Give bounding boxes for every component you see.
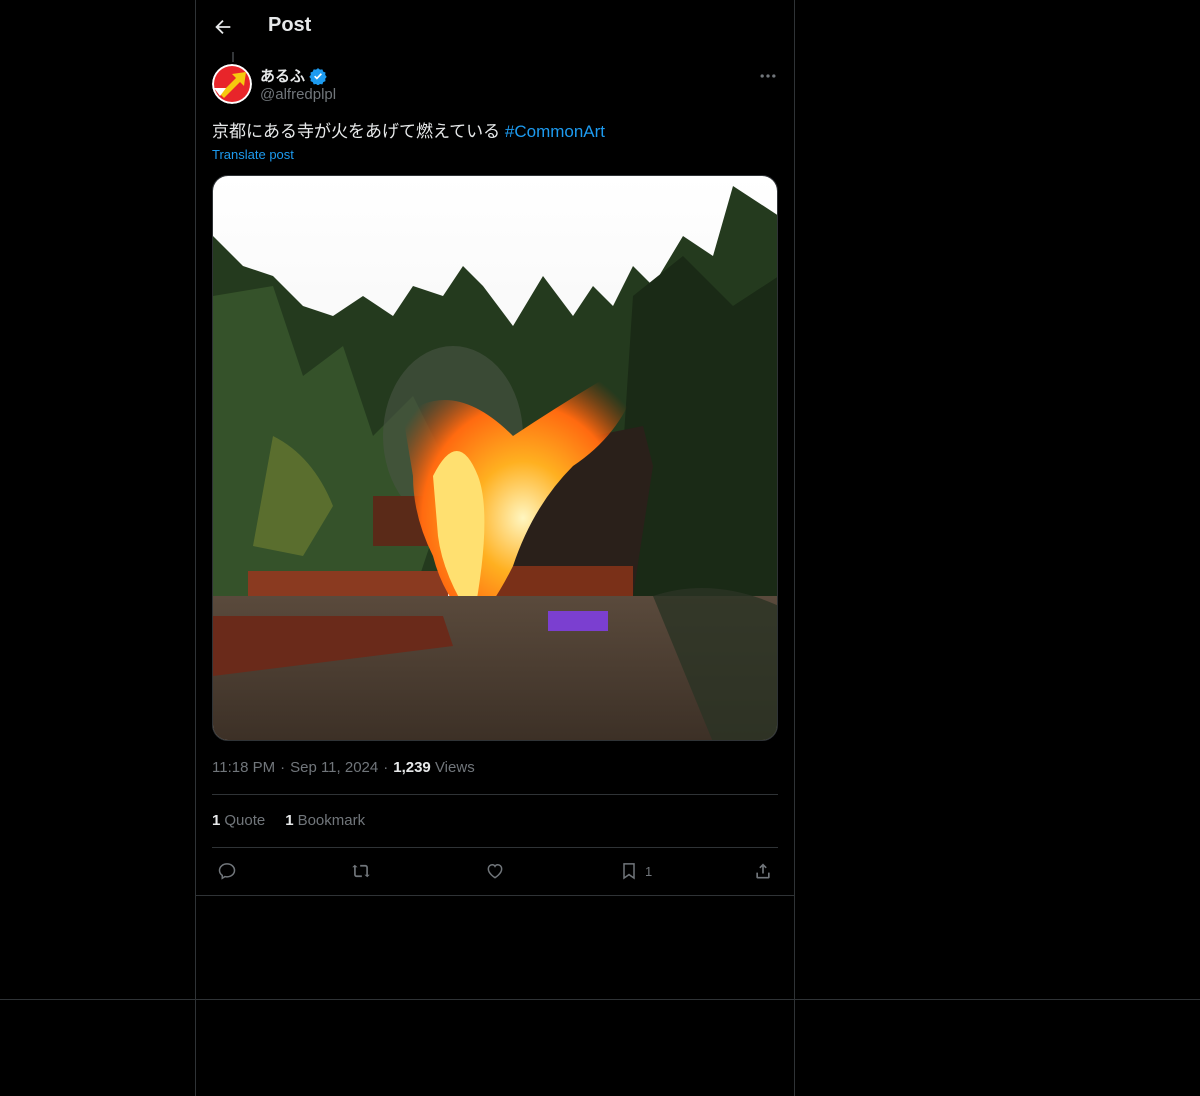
reply-button[interactable] — [217, 860, 237, 882]
engagement-stats: 1 Quote 1 Bookmark — [212, 812, 365, 829]
reply-icon — [218, 863, 236, 880]
timeline-column: Post あるふ @alfredplpl 京都にある寺が火をあげて燃えている #… — [195, 0, 795, 1096]
like-button[interactable] — [485, 860, 505, 882]
meta-separator: · — [383, 759, 389, 776]
post-bottom-border — [195, 895, 795, 896]
share-icon — [756, 863, 770, 879]
post-text: 京都にある寺が火をあげて燃えている #CommonArt — [212, 120, 605, 144]
page-title: Post — [268, 14, 312, 36]
post-time[interactable]: 11:18 PM — [212, 759, 275, 776]
bookmark-icon — [623, 863, 635, 880]
more-options-icon[interactable] — [758, 66, 778, 86]
author-handle[interactable]: @alfredplpl — [260, 86, 336, 103]
post-body: 京都にある寺が火をあげて燃えている — [212, 122, 501, 141]
avatar[interactable] — [212, 64, 252, 104]
post-date[interactable]: Sep 11, 2024 — [290, 759, 378, 776]
share-button[interactable] — [753, 860, 773, 882]
author-name-row: あるふ — [260, 65, 327, 86]
bookmark-count: 1 — [645, 863, 653, 879]
bookmark-button[interactable]: 1 — [619, 860, 652, 882]
thread-connector — [232, 52, 234, 62]
post-image[interactable] — [212, 175, 778, 741]
author-display-name[interactable]: あるふ — [260, 65, 305, 86]
repost-button[interactable] — [351, 860, 371, 882]
action-bar: 1 — [196, 848, 794, 894]
section-divider — [0, 999, 1200, 1000]
quote-stat[interactable]: 1 Quote — [212, 812, 265, 829]
verified-badge-icon — [309, 67, 327, 85]
post-meta: 11:18 PM · Sep 11, 2024 · 1,239 Views — [212, 759, 475, 776]
bookmark-stat[interactable]: 1 Bookmark — [285, 812, 365, 829]
hashtag-link[interactable]: #CommonArt — [505, 122, 605, 141]
back-arrow-icon[interactable] — [212, 16, 234, 38]
views-count: 1,239 Views — [393, 759, 475, 776]
page-header: Post — [196, 0, 794, 55]
repost-icon — [352, 864, 370, 878]
heart-icon — [487, 863, 503, 879]
divider — [212, 794, 778, 795]
translate-post-link[interactable]: Translate post — [212, 147, 294, 162]
meta-separator: · — [280, 759, 286, 776]
